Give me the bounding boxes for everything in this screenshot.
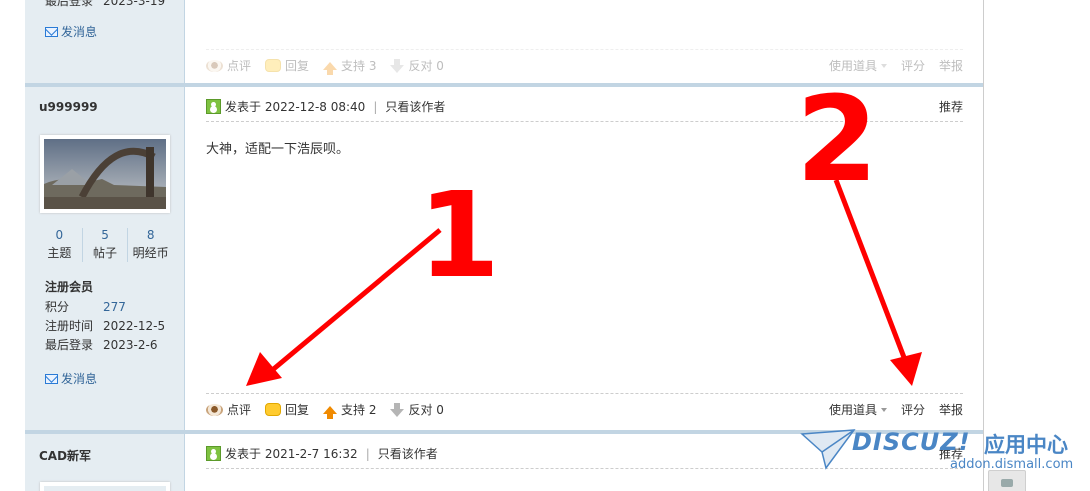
post-date: 发表于 2022-12-8 08:40 — [225, 100, 366, 114]
speech-bubble-icon — [265, 59, 282, 72]
post-previous: 最后登录 2023-3-19 发消息 点评 回复 支持 3 反对 0 使用道具 评… — [25, 0, 983, 83]
stat-threads[interactable]: 0 主题 — [37, 228, 82, 262]
comment-button[interactable]: 点评 — [206, 57, 251, 74]
only-author-link[interactable]: 只看该作者 — [378, 445, 438, 462]
post-header: 发表于 2022-12-8 08:40 | 只看该作者 推荐 — [206, 92, 963, 122]
only-author-link[interactable]: 只看该作者 — [385, 98, 445, 115]
support-button[interactable]: 支持 3 — [323, 57, 377, 75]
send-message-link[interactable]: 发消息 — [45, 370, 97, 387]
user-group[interactable]: 注册会员 — [45, 278, 93, 295]
avatar-image — [44, 139, 166, 209]
divider: | — [365, 446, 370, 461]
arrow-up-icon — [323, 405, 338, 419]
points-value[interactable]: 277 — [103, 300, 126, 314]
support-label: 支持 3 — [341, 59, 377, 73]
author-info: 最后登录 2023-3-19 — [45, 0, 165, 11]
author-name[interactable]: CAD新军 — [39, 447, 91, 464]
comment-label: 点评 — [227, 59, 252, 73]
mail-icon — [45, 26, 58, 37]
use-tools-dropdown[interactable]: 使用道具 — [829, 57, 887, 74]
stat-coins[interactable]: 8 明经币 — [127, 228, 173, 262]
report-link[interactable]: 举报 — [939, 57, 963, 74]
reply-label: 回复 — [285, 403, 310, 417]
support-button[interactable]: 支持 2 — [323, 401, 377, 419]
forum-thread-page: 最后登录 2023-3-19 发消息 点评 回复 支持 3 反对 0 使用道具 评… — [0, 0, 1090, 491]
post-main: 发表于 2022-12-8 08:40 | 只看该作者 推荐 大神，适配一下浩辰… — [186, 87, 983, 430]
coffee-cup-icon — [206, 59, 223, 72]
stat-threads-label: 主题 — [47, 246, 72, 260]
post-main: 点评 回复 支持 3 反对 0 使用道具 评分 举报 — [186, 0, 983, 83]
send-message-label: 发消息 — [61, 25, 98, 39]
mail-icon — [45, 373, 58, 384]
last-login-label: 最后登录 — [45, 338, 94, 352]
author-sidebar: u999999 0 主题 5 帖子 8 明经币 注册会员 积分 277 注册时间… — [25, 87, 185, 430]
discuz-watermark: DISCUZ! 应用中心 addon.dismall.com — [800, 428, 1080, 478]
stat-coins-label: 明经币 — [132, 246, 169, 260]
post-actions: 点评 回复 支持 3 反对 0 使用道具 评分 举报 — [206, 49, 963, 81]
last-login-value: 2023-2-6 — [103, 338, 158, 352]
rate-link[interactable]: 评分 — [901, 401, 925, 418]
arrow-down-icon — [390, 58, 405, 73]
online-user-icon — [206, 99, 221, 114]
stat-posts[interactable]: 5 帖子 — [81, 228, 128, 262]
recommend-link[interactable]: 推荐 — [939, 98, 963, 115]
speech-bubble-icon — [265, 403, 282, 416]
scroll-chat-button[interactable] — [988, 470, 1026, 491]
stat-coins-count: 8 — [146, 228, 155, 242]
author-sidebar: CAD新军 — [25, 434, 185, 491]
avatar[interactable] — [40, 482, 170, 491]
online-user-icon — [206, 446, 221, 461]
reply-button[interactable]: 回复 — [265, 401, 309, 418]
discuz-logo: DISCUZ! — [852, 428, 971, 456]
post-u999999: u999999 0 主题 5 帖子 8 明经币 注册会员 积分 277 注册时间… — [25, 87, 983, 430]
support-label: 支持 2 — [341, 403, 377, 417]
post-actions: 点评 回复 支持 2 反对 0 使用道具 评分 举报 — [206, 393, 963, 425]
arrow-down-icon — [390, 402, 405, 417]
post-date: 发表于 2021-2-7 16:32 — [225, 447, 358, 461]
use-tools-label: 使用道具 — [828, 59, 877, 73]
reply-label: 回复 — [285, 59, 310, 73]
send-message-label: 发消息 — [61, 372, 98, 386]
last-login-value: 2023-3-19 — [103, 0, 166, 8]
oppose-button[interactable]: 反对 0 — [390, 401, 444, 418]
comment-button[interactable]: 点评 — [206, 401, 251, 418]
avatar[interactable] — [40, 135, 170, 213]
post-content: 大神，适配一下浩辰呗。 — [206, 142, 350, 157]
rate-link[interactable]: 评分 — [901, 57, 925, 74]
register-date-label: 注册时间 — [45, 319, 94, 333]
coffee-cup-icon — [206, 403, 223, 416]
app-center-label: 应用中心 — [984, 433, 1068, 457]
comment-label: 点评 — [227, 403, 252, 417]
arrow-up-icon — [323, 61, 338, 75]
stat-posts-count: 5 — [101, 228, 109, 242]
divider: | — [373, 99, 378, 114]
send-message-link[interactable]: 发消息 — [45, 23, 97, 40]
oppose-button[interactable]: 反对 0 — [390, 57, 444, 74]
use-tools-label: 使用道具 — [828, 403, 877, 417]
post-actions-right: 使用道具 评分 举报 — [829, 401, 963, 418]
last-login-label: 最后登录 — [45, 0, 94, 8]
stat-threads-count: 0 — [55, 228, 64, 242]
points-label: 积分 — [45, 300, 70, 314]
author-sidebar: 最后登录 2023-3-19 发消息 — [25, 0, 185, 83]
oppose-label: 反对 0 — [408, 59, 444, 73]
stat-posts-label: 帖子 — [93, 246, 118, 260]
register-date-value: 2022-12-5 — [103, 319, 166, 333]
reply-button[interactable]: 回复 — [265, 57, 309, 74]
use-tools-dropdown[interactable]: 使用道具 — [829, 401, 887, 418]
author-name[interactable]: u999999 — [39, 100, 98, 114]
paper-plane-icon — [800, 429, 856, 470]
author-stats: 0 主题 5 帖子 8 明经币 — [37, 228, 173, 262]
post-actions-right: 使用道具 评分 举报 — [829, 57, 963, 74]
author-info: 积分 277 注册时间 2022-12-5 最后登录 2023-2-6 — [45, 298, 165, 355]
content-right-border — [983, 0, 984, 491]
caret-down-icon — [880, 63, 887, 68]
caret-down-icon — [880, 407, 887, 412]
oppose-label: 反对 0 — [408, 403, 444, 417]
report-link[interactable]: 举报 — [939, 401, 963, 418]
